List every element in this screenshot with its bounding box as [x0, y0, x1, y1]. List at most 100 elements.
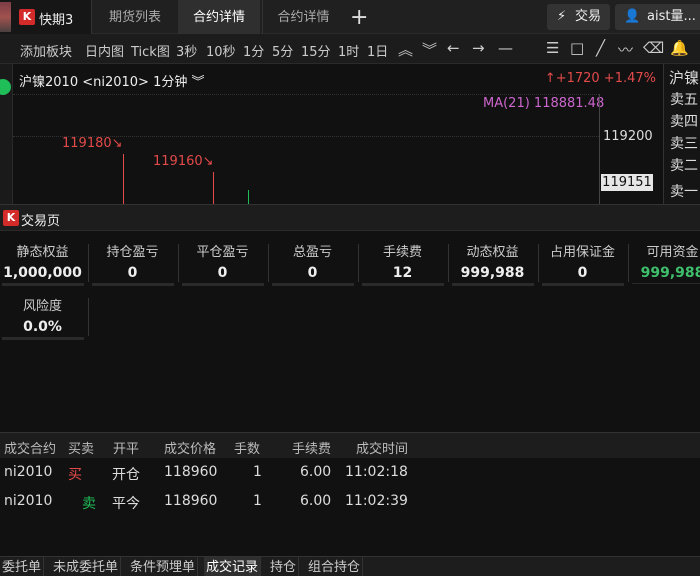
ask-level-2[interactable]: 卖二 — [670, 155, 698, 175]
divider — [632, 283, 700, 284]
ask-level-5[interactable]: 卖五 — [670, 89, 698, 109]
tab-open-orders[interactable]: 未成委托单 — [51, 557, 122, 576]
user-button-label: aist量... — [647, 9, 696, 24]
eraser-icon[interactable]: ⌫ — [643, 39, 664, 57]
divider — [182, 283, 264, 286]
trade-button[interactable]: ⚡ 交易 — [547, 4, 610, 30]
user-icon: 👤 — [624, 9, 641, 24]
divider — [358, 244, 359, 282]
trade-button-label: 交易 — [575, 9, 602, 24]
high-annotation: 119160↘ — [153, 154, 214, 169]
column-header[interactable]: 成交时间 — [356, 438, 408, 457]
user-button[interactable]: 👤 aist量... — [615, 4, 700, 30]
menu-lines-icon[interactable]: ☰ — [546, 39, 559, 57]
avatar — [0, 2, 11, 32]
metric-label: 总盈亏 — [292, 245, 332, 260]
metric-value: 0 — [127, 265, 138, 281]
ask-level-3[interactable]: 卖三 — [670, 133, 698, 153]
trade-panel-header: K 交易页 — [0, 204, 700, 231]
tab-positions[interactable]: 持仓 — [268, 557, 300, 576]
cell-side: 卖 — [82, 496, 96, 512]
column-header[interactable]: 买卖 — [68, 438, 94, 457]
column-header[interactable]: 成交合约 — [4, 438, 56, 457]
line-draw-icon[interactable]: ╱ — [596, 39, 605, 57]
metric-static-equity: 静态权益 1,000,000 — [0, 232, 89, 286]
metric-value: 0 — [307, 265, 318, 281]
app-logo-icon: K — [19, 9, 35, 25]
tab-conditional-orders[interactable]: 条件预埋单 — [128, 557, 199, 576]
metric-label: 动态权益 — [466, 245, 519, 260]
column-header[interactable]: 手续费 — [292, 438, 331, 457]
app-tab[interactable]: K 快期3 — [0, 0, 92, 34]
horizontal-line-icon[interactable]: — — [498, 39, 513, 57]
column-header[interactable]: 成交价格 — [164, 438, 216, 457]
tab-orders[interactable]: 委托单 — [0, 557, 45, 576]
cell-fee: 6.00 — [300, 464, 332, 480]
metric-label: 静态权益 — [16, 245, 69, 260]
period-10s-button[interactable]: 10秒 — [206, 41, 236, 60]
app-name: 快期3 — [39, 13, 74, 28]
candle — [213, 172, 214, 204]
divider — [542, 283, 624, 286]
divider — [268, 244, 269, 282]
status-dot-icon[interactable] — [0, 79, 11, 95]
divider — [88, 298, 89, 336]
metric-dynamic-equity: 动态权益 999,988 — [450, 232, 539, 286]
column-header[interactable]: 手数 — [234, 438, 260, 457]
arrow-left-icon[interactable]: ← — [447, 39, 460, 57]
cell-offset: 开仓 — [112, 467, 140, 483]
period-1h-button[interactable]: 1时 — [338, 41, 359, 60]
metric-value: 1,000,000 — [3, 265, 82, 281]
wave-line-icon[interactable]: 〰 — [618, 39, 633, 60]
cell-contract: ni2010 — [4, 493, 53, 509]
cell-price: 118960 — [164, 464, 218, 480]
cell-time: 11:02:39 — [345, 493, 408, 509]
metric-value: 999,988 — [460, 265, 525, 281]
add-tab-plus-icon[interactable]: + — [350, 5, 368, 30]
bottom-tab-bar: 委托单 未成委托单 条件预埋单 成交记录 持仓 组合持仓 — [0, 556, 700, 576]
period-3s-button[interactable]: 3秒 — [176, 41, 197, 60]
lightning-icon: ⚡ — [557, 9, 567, 24]
tab-contract-detail-active[interactable]: 合约详情 — [178, 0, 260, 34]
account-metrics: 静态权益 1,000,000 持仓盈亏 0 平仓盈亏 0 总盈亏 0 手续费 1… — [0, 232, 700, 432]
table-header: 成交合约 买卖 开平 成交价格 手数 手续费 成交时间 — [0, 432, 700, 458]
period-1m-button[interactable]: 1分 — [243, 41, 264, 60]
tick-chart-button[interactable]: Tick图 — [131, 41, 170, 60]
divider — [2, 337, 84, 340]
divider — [92, 283, 174, 286]
metric-available-funds: 可用资金 999,988 — [630, 232, 700, 284]
metric-position-pnl: 持仓盈亏 0 — [90, 232, 179, 286]
tab-futures-list[interactable]: 期货列表 — [94, 0, 176, 34]
tab-trade-records[interactable]: 成交记录 — [204, 557, 262, 576]
bell-icon[interactable]: 🔔 — [670, 39, 689, 57]
cell-lots: 1 — [253, 493, 262, 509]
divider — [628, 244, 629, 282]
metric-label: 占用保证金 — [549, 245, 615, 260]
trade-panel-title: 交易页 — [21, 214, 61, 229]
metric-value: 0 — [217, 265, 228, 281]
zoom-in-icon[interactable]: ︽ — [398, 39, 413, 60]
intraday-chart-button[interactable]: 日内图 — [85, 41, 124, 60]
column-header[interactable]: 开平 — [113, 438, 139, 457]
kline-chart[interactable]: 沪镍2010 <ni2010> 1分钟 ︾ ↑+1720 +1.47% MA(2… — [12, 64, 662, 204]
metric-label: 平仓盈亏 — [196, 245, 249, 260]
period-1d-button[interactable]: 1日 — [367, 41, 388, 60]
zoom-out-icon[interactable]: ︾ — [422, 39, 437, 60]
period-15m-button[interactable]: 15分 — [301, 41, 331, 60]
ask-level-4[interactable]: 卖四 — [670, 111, 698, 131]
divider — [178, 244, 179, 282]
metric-close-pnl: 平仓盈亏 0 — [180, 232, 269, 286]
metric-fee: 手续费 12 — [360, 232, 449, 286]
cell-fee: 6.00 — [300, 493, 332, 509]
cell-contract: ni2010 — [4, 464, 53, 480]
chart-title[interactable]: 沪镍2010 <ni2010> 1分钟 ︾ — [19, 71, 204, 90]
tab-combo-positions[interactable]: 组合持仓 — [306, 557, 364, 576]
period-5m-button[interactable]: 5分 — [272, 41, 293, 60]
add-board-button[interactable]: 添加板块 — [20, 41, 72, 60]
price-axis — [599, 94, 600, 204]
rectangle-icon[interactable]: □ — [570, 39, 584, 57]
high-annotation: 119180↘ — [62, 136, 123, 151]
tab-contract-detail[interactable]: 合约详情 — [262, 0, 344, 34]
arrow-right-icon[interactable]: → — [472, 39, 485, 57]
ask-level-1[interactable]: 卖一 — [670, 181, 698, 201]
